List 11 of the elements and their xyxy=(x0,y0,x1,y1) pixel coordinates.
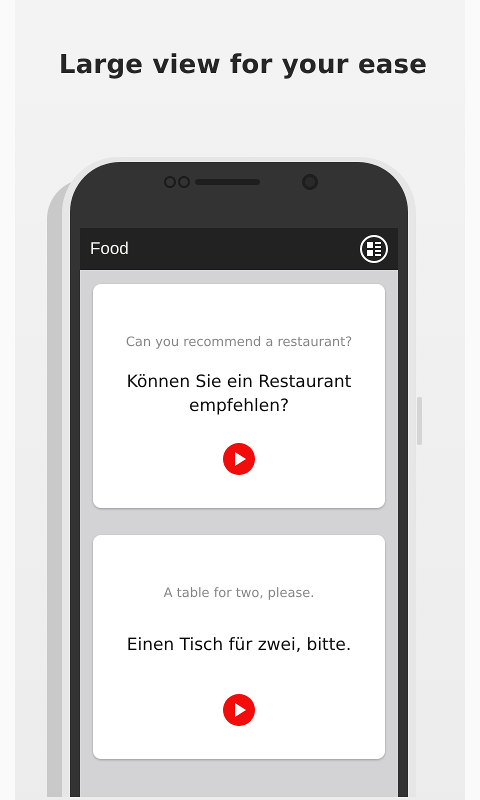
sensor-icon xyxy=(164,176,190,188)
headline: Large view for your ease xyxy=(58,50,428,82)
play-button[interactable] xyxy=(223,694,255,726)
list-view-icon xyxy=(366,241,382,258)
play-button[interactable] xyxy=(223,442,255,475)
layout-toggle-button[interactable] xyxy=(360,235,388,264)
app-title: Food xyxy=(90,238,129,260)
german-phrase: Können Sie ein Restaurant empfehlen? xyxy=(126,370,352,418)
english-phrase: Can you recommend a restaurant? xyxy=(126,334,352,352)
english-phrase: A table for two, please. xyxy=(164,585,314,604)
german-phrase: Einen Tisch für zwei, bitte. xyxy=(126,634,352,657)
